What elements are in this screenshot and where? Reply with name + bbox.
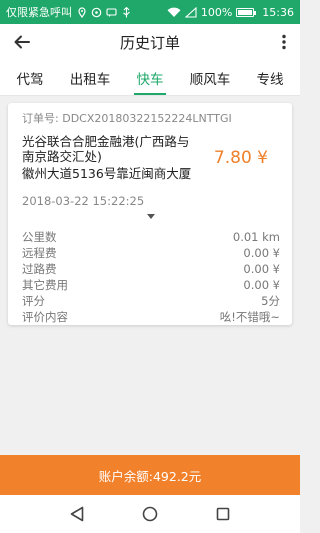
status-bar: 仅限紧急呼叫 100% 15:36 — [0, 0, 300, 24]
order-number-value: DDCX20180322152224LNTTGI — [62, 112, 232, 125]
tab-express[interactable]: 快车 — [120, 60, 180, 95]
triangle-back-icon — [70, 506, 83, 522]
nav-back-button[interactable] — [62, 499, 92, 529]
fee-value: 吆!不错哦~ — [219, 310, 280, 324]
location-icon — [76, 6, 87, 18]
emergency-call-text: 仅限紧急呼叫 — [6, 6, 72, 19]
header: 历史订单 — [0, 24, 300, 60]
system-nav-bar — [0, 495, 300, 533]
tab-shuttle[interactable]: 专线 — [240, 60, 300, 95]
fee-label: 过路费 — [22, 262, 57, 276]
fee-row-other: 其它费用 0.00 ¥ — [22, 277, 280, 293]
page-title: 历史订单 — [119, 33, 180, 52]
usb-icon — [121, 6, 132, 18]
circle-home-icon — [142, 506, 158, 522]
signal-icon — [184, 6, 197, 18]
fee-row-rating: 评分 5分 — [22, 293, 280, 309]
fee-label: 其它费用 — [22, 278, 68, 292]
battery-percent: 100% — [200, 5, 233, 19]
category-tabs: 代驾 出租车 快车 顺风车 专线 — [0, 60, 300, 96]
route: 光谷联合合肥金融港(广西路与南京路交汇处) 徽州大道5136号靠近闽商大厦 7.… — [22, 134, 280, 186]
fee-row-toll: 过路费 0.00 ¥ — [22, 261, 280, 277]
back-button[interactable] — [10, 30, 34, 54]
order-time: 2018-03-22 15:22:25 — [22, 194, 145, 208]
caret-down-icon — [147, 214, 155, 219]
fee-row-distance: 公里数 0.01 km — [22, 229, 280, 245]
fee-value: 0.00 ¥ — [243, 246, 280, 260]
arrow-left-icon — [14, 35, 30, 49]
status-right: 100% 15:36 — [167, 6, 294, 19]
clock: 15:36 — [262, 5, 294, 19]
nav-home-button[interactable] — [135, 499, 165, 529]
fee-label: 评价内容 — [22, 310, 68, 324]
order-number-label: 订单号: — [22, 112, 59, 125]
order-price: 7.80 ¥ — [213, 148, 268, 168]
dropoff-address: 徽州大道5136号靠近闽商大厦 — [22, 166, 192, 181]
message-icon — [106, 7, 117, 18]
status-left: 仅限紧急呼叫 — [6, 4, 167, 20]
order-number: 订单号: DDCX20180322152224LNTTGI — [22, 110, 280, 126]
chat-icon — [91, 7, 102, 18]
fee-label: 远程费 — [22, 246, 57, 260]
order-card[interactable]: 订单号: DDCX20180322152224LNTTGI 光谷联合合肥金融港(… — [8, 103, 292, 325]
fee-value: 5分 — [261, 294, 280, 308]
fee-value: 0.01 km — [232, 230, 280, 244]
account-balance-text: 账户余额:492.2元 — [98, 468, 202, 484]
expand-toggle[interactable] — [22, 214, 280, 222]
fee-value: 0.00 ¥ — [243, 262, 280, 276]
more-vertical-icon — [282, 34, 286, 50]
tab-taxi[interactable]: 出租车 — [60, 60, 120, 95]
fee-row-remote: 远程费 0.00 ¥ — [22, 245, 280, 261]
square-recents-icon — [217, 507, 230, 521]
more-menu-button[interactable] — [274, 30, 294, 54]
fee-label: 公里数 — [22, 230, 57, 244]
account-balance-bar: 账户余额:492.2元 — [0, 455, 300, 495]
fee-value: 0.00 ¥ — [243, 278, 280, 292]
battery-icon — [236, 7, 257, 17]
fee-details: 公里数 0.01 km 远程费 0.00 ¥ 过路费 0.00 ¥ 其它费用 0… — [22, 229, 280, 325]
tab-designated-driver[interactable]: 代驾 — [0, 60, 60, 95]
fee-row-review: 评价内容 吆!不错哦~ — [22, 309, 280, 325]
pickup-address: 光谷联合合肥金融港(广西路与南京路交汇处) — [22, 134, 190, 164]
nav-recents-button[interactable] — [208, 499, 238, 529]
fee-label: 评分 — [22, 294, 45, 308]
tab-carpool[interactable]: 顺风车 — [180, 60, 240, 95]
wifi-icon — [167, 7, 181, 18]
